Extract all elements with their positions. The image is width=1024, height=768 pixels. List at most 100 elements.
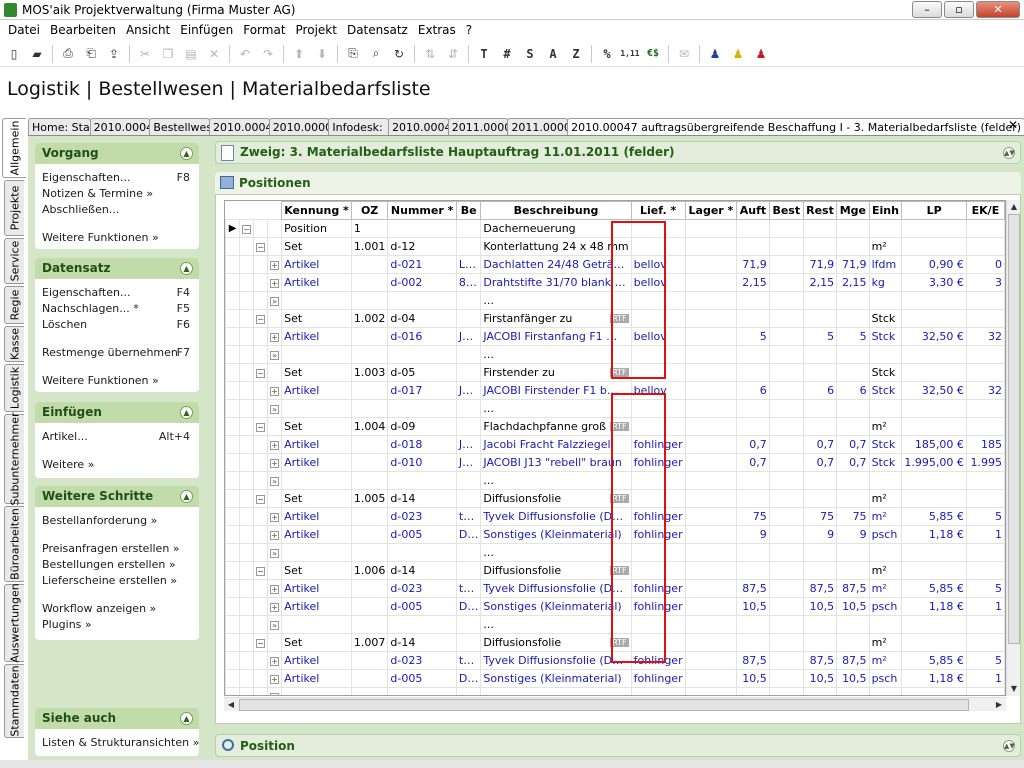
redo-icon[interactable]: ↷: [257, 43, 279, 65]
table-row[interactable]: »...: [225, 291, 1005, 310]
best-cell[interactable]: [768, 363, 804, 382]
ek-cell[interactable]: 1: [965, 597, 1005, 616]
table-row[interactable]: + Artikel d-017 J… JACOBI Firstender F1 b… be…: [225, 381, 1005, 400]
best-cell[interactable]: [768, 579, 804, 598]
row-indicator[interactable]: [225, 615, 241, 634]
more-rows-icon[interactable]: »: [270, 692, 280, 695]
ek-cell[interactable]: [965, 219, 1005, 238]
mge-cell[interactable]: 87,5: [836, 651, 870, 670]
menu-extras[interactable]: Extras: [413, 21, 461, 40]
vorgang-weitere-funktionen[interactable]: Weitere Funktionen »: [35, 230, 199, 246]
row-indicator[interactable]: [225, 237, 241, 256]
tree-expander-icon[interactable]: +: [270, 332, 280, 342]
rest-cell[interactable]: 87,5: [802, 651, 838, 670]
nummer-cell[interactable]: d-010: [387, 453, 457, 472]
lp-cell[interactable]: [901, 363, 967, 382]
kennung-cell[interactable]: Set: [281, 633, 352, 652]
auft-cell[interactable]: [736, 237, 770, 256]
einheit-cell[interactable]: [868, 219, 903, 238]
oz-cell[interactable]: [350, 435, 389, 454]
nummer-cell[interactable]: d-017: [387, 381, 457, 400]
lager-cell[interactable]: [684, 453, 738, 472]
kennung-cell[interactable]: Artikel: [281, 273, 352, 292]
rest-cell[interactable]: 0,7: [802, 435, 838, 454]
lager-cell[interactable]: [684, 633, 738, 652]
lp-cell[interactable]: [901, 561, 967, 580]
table-row[interactable]: + Artikel d-023 t… Tyvek Diffusionsfolie (D……: [225, 651, 1005, 670]
nummer-cell[interactable]: d-005: [387, 525, 457, 544]
rest-cell[interactable]: [802, 489, 838, 508]
oz-cell[interactable]: [350, 273, 389, 292]
rest-cell[interactable]: 9: [802, 525, 838, 544]
lp-cell[interactable]: 1,18 €: [901, 669, 967, 688]
kennung-cell[interactable]: Set: [281, 309, 352, 328]
column-mge[interactable]: Mge: [836, 201, 870, 220]
kennung-cell[interactable]: Artikel: [281, 651, 352, 670]
beschreibung-cell[interactable]: JACOBI J13 "rebell" braun: [480, 453, 632, 472]
mge-cell[interactable]: [836, 561, 870, 580]
lieferant-cell[interactable]: bellov: [630, 327, 686, 346]
link-preisanfragen[interactable]: Preisanfragen erstellen »: [35, 541, 199, 557]
lieferant-cell[interactable]: fohlinger: [630, 435, 686, 454]
auft-cell[interactable]: 0,7: [736, 435, 770, 454]
beschreibung-cell[interactable]: JACOBI Firstanfang F1 …: [480, 327, 632, 346]
ek-cell[interactable]: [965, 237, 1005, 256]
tree-expander-icon[interactable]: −: [256, 314, 266, 324]
kennung-cell[interactable]: Artikel: [281, 327, 352, 346]
mge-cell[interactable]: [836, 489, 870, 508]
rest-cell[interactable]: 10,5: [802, 669, 838, 688]
user-red-icon[interactable]: ♟: [750, 43, 772, 65]
best-cell[interactable]: [768, 417, 804, 436]
table-row[interactable]: + Artikel d-018 J… Jacobi Fracht Falzziegel f…: [225, 435, 1005, 454]
lager-cell[interactable]: [684, 327, 738, 346]
einfuegen-artikel[interactable]: Artikel... Alt+4: [35, 429, 199, 445]
close-tab-icon[interactable]: ✕: [1006, 118, 1020, 134]
rest-cell[interactable]: [802, 219, 838, 238]
tab-document[interactable]: 2011.0000: [447, 118, 509, 135]
lieferant-cell[interactable]: [630, 561, 686, 580]
link-plugins[interactable]: Plugins »: [35, 617, 199, 633]
be-cell[interactable]: [455, 489, 482, 508]
be-cell[interactable]: J…: [455, 381, 482, 400]
row-indicator[interactable]: [225, 543, 241, 562]
kennung-cell[interactable]: Set: [281, 561, 352, 580]
rest-cell[interactable]: 6: [802, 381, 838, 400]
mge-cell[interactable]: [836, 417, 870, 436]
menu-bearbeiten[interactable]: Bearbeiten: [45, 21, 121, 40]
lieferant-cell[interactable]: [630, 219, 686, 238]
be-cell[interactable]: L…: [455, 255, 482, 274]
lp-cell[interactable]: [901, 219, 967, 238]
oz-cell[interactable]: [350, 507, 389, 526]
lieferant-cell[interactable]: bellov: [630, 381, 686, 400]
einheit-cell[interactable]: Stck: [868, 453, 903, 472]
table-row[interactable]: + Artikel d-021 L… Dachlatten 24/48 Geträ… be…: [225, 255, 1005, 274]
collapse-icon[interactable]: ▲: [180, 712, 193, 725]
nummer-cell[interactable]: d-05: [387, 363, 457, 382]
lieferant-cell[interactable]: fohlinger: [630, 453, 686, 472]
ek-cell[interactable]: [965, 489, 1005, 508]
be-cell[interactable]: J…: [455, 327, 482, 346]
ek-cell[interactable]: [965, 363, 1005, 382]
row-indicator[interactable]: [225, 579, 241, 598]
best-cell[interactable]: [768, 327, 804, 346]
einheit-cell[interactable]: Stck: [868, 327, 903, 346]
mge-cell[interactable]: [836, 363, 870, 382]
auft-cell[interactable]: 87,5: [736, 651, 770, 670]
new-icon[interactable]: ▯: [3, 43, 25, 65]
open-folder-icon[interactable]: ▰: [26, 43, 48, 65]
vorgang-abschliessen[interactable]: Abschließen...: [35, 202, 199, 218]
tab-document[interactable]: 2010.0004: [388, 118, 449, 135]
nummer-cell[interactable]: d-04: [387, 309, 457, 328]
einheit-cell[interactable]: psch: [868, 525, 903, 544]
rest-cell[interactable]: [802, 417, 838, 436]
delete-icon[interactable]: ✕: [203, 43, 225, 65]
ek-cell[interactable]: 0: [965, 255, 1005, 274]
tree-expander-icon[interactable]: +: [270, 656, 280, 666]
mge-cell[interactable]: 6: [836, 381, 870, 400]
row-indicator[interactable]: [225, 255, 241, 274]
ek-cell[interactable]: 1: [965, 525, 1005, 544]
rest-cell[interactable]: [802, 633, 838, 652]
row-indicator[interactable]: [225, 381, 241, 400]
best-cell[interactable]: [768, 453, 804, 472]
einheit-cell[interactable]: Stck: [868, 381, 903, 400]
